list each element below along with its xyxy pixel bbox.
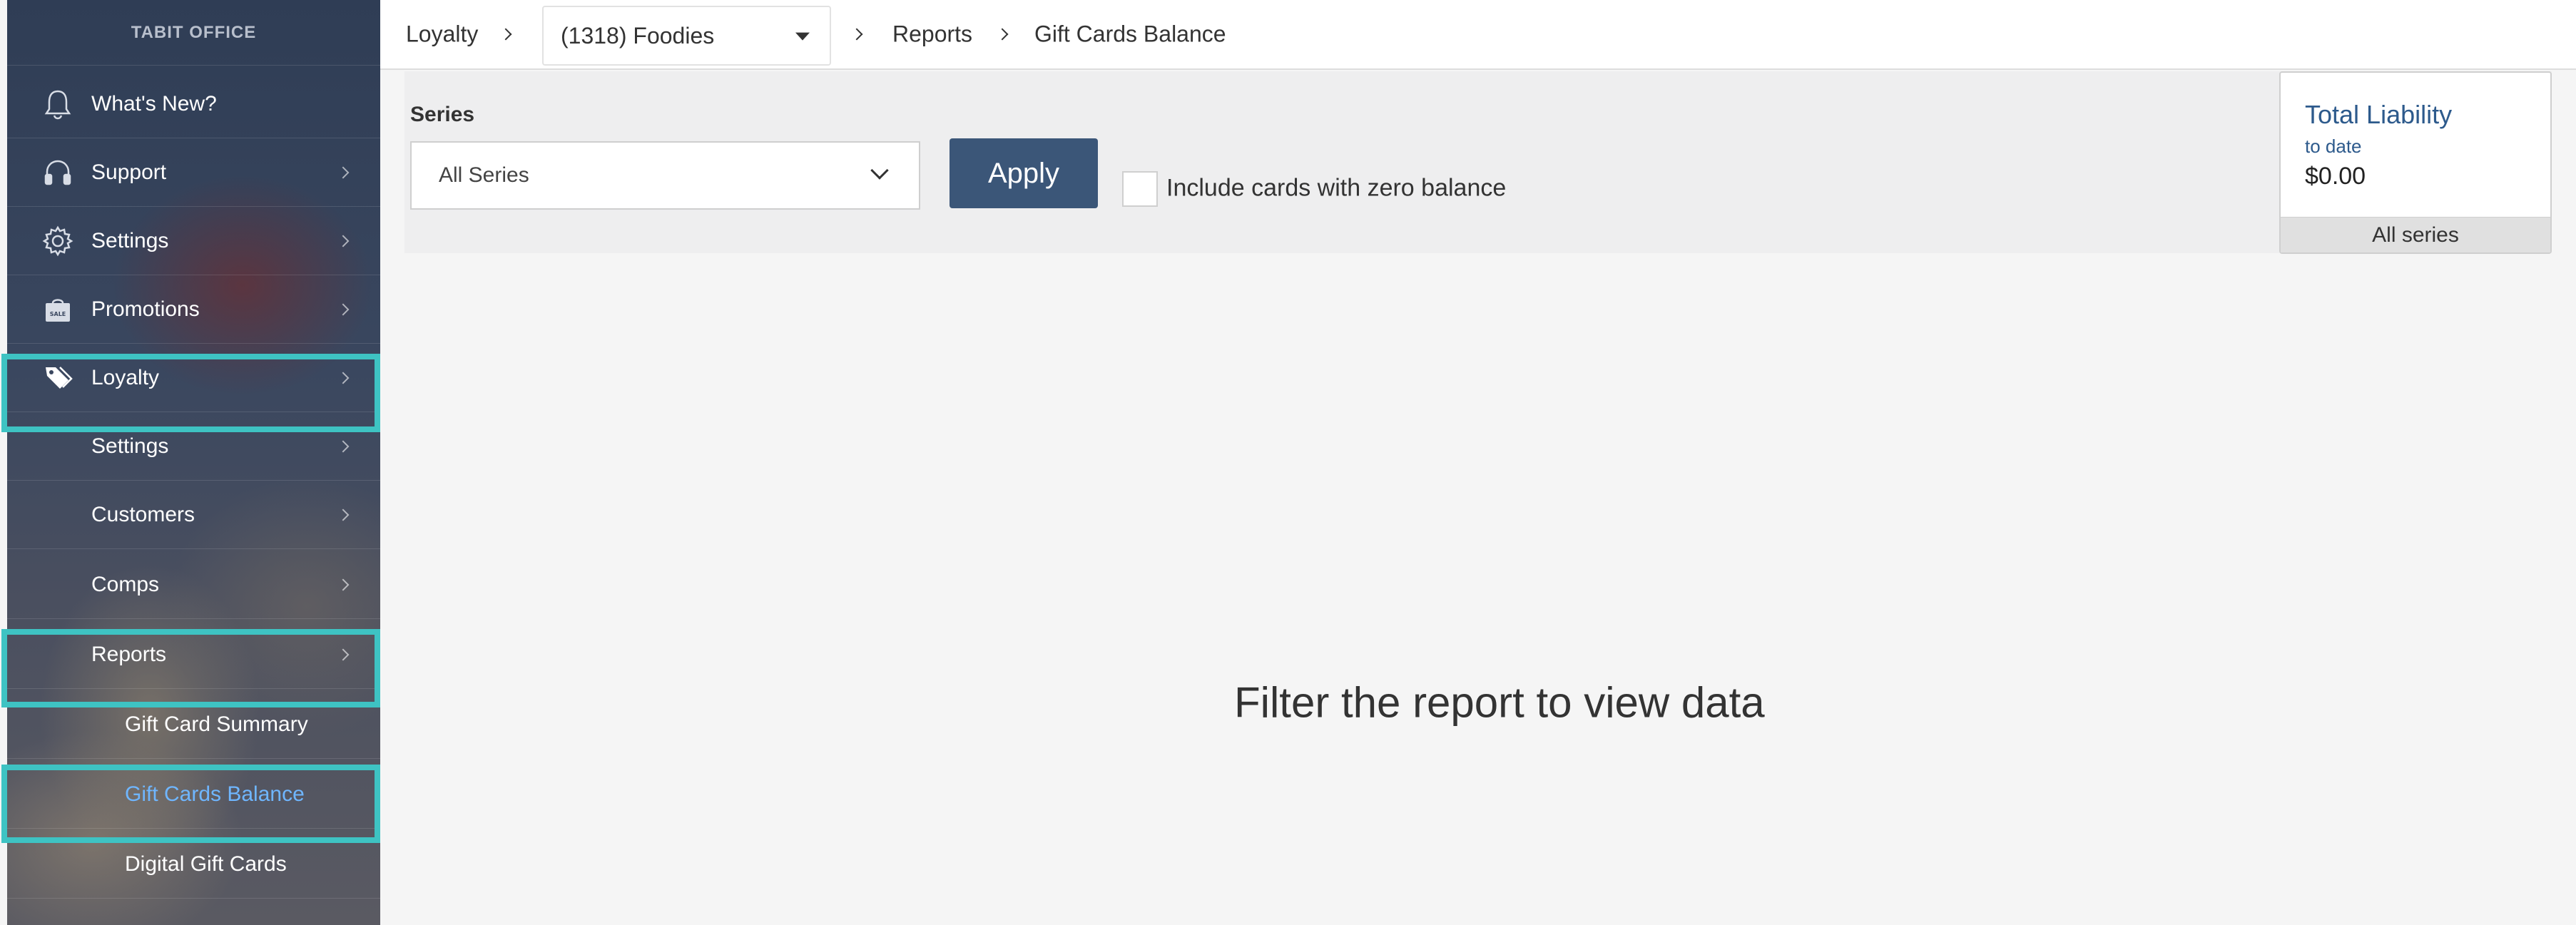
- chevron-down-icon: [870, 160, 889, 180]
- sidebar-item-label: Loyalty: [91, 365, 160, 389]
- sidebar: TABIT OFFICE What's New? Support Setting…: [7, 0, 380, 925]
- sidebar-item-customers[interactable]: Customers: [7, 481, 380, 549]
- empty-state-message: Filter the report to view data: [1234, 678, 1765, 727]
- filter-panel: Series All Series Apply Include cards wi…: [404, 71, 2552, 253]
- liability-amount: $0.00: [2305, 163, 2366, 190]
- breadcrumb-reports[interactable]: Reports: [892, 21, 972, 48]
- sidebar-item-loyalty[interactable]: Loyalty: [7, 344, 380, 412]
- sidebar-item-digital-gift-cards[interactable]: Digital Gift Cards: [7, 830, 380, 899]
- sidebar-item-label: Reports: [91, 642, 167, 666]
- sidebar-item-label: Gift Card Summary: [125, 712, 308, 736]
- series-select[interactable]: All Series: [410, 141, 920, 210]
- caret-down-icon: [795, 32, 810, 41]
- liability-footer: All series: [2281, 217, 2550, 252]
- series-select-value: All Series: [439, 163, 529, 187]
- chevron-right-icon: [337, 648, 350, 660]
- sidebar-item-label: Promotions: [91, 297, 200, 321]
- sidebar-item-label: Digital Gift Cards: [125, 852, 287, 876]
- sidebar-item-comps[interactable]: Comps: [7, 551, 380, 619]
- sidebar-item-support[interactable]: Support: [7, 138, 380, 207]
- sidebar-brand: TABIT OFFICE: [7, 0, 380, 66]
- total-liability-card: Total Liability to date $0.00 All series: [2279, 71, 2552, 254]
- chevron-right-icon: [337, 235, 350, 247]
- sidebar-item-label: Settings: [91, 228, 169, 252]
- series-label: Series: [410, 103, 475, 126]
- zero-balance-checkbox[interactable]: [1122, 171, 1158, 207]
- sidebar-item-label: Settings: [91, 434, 169, 458]
- sidebar-item-label: What's New?: [91, 91, 217, 116]
- headset-icon: [41, 156, 74, 189]
- sidebar-item-loyalty-settings[interactable]: Settings: [7, 412, 380, 481]
- breadcrumb-loyalty[interactable]: Loyalty: [406, 21, 478, 48]
- zero-balance-label[interactable]: Include cards with zero balance: [1166, 175, 1506, 203]
- sale-bag-icon: SALE: [41, 293, 74, 326]
- chevron-right-icon: [337, 372, 350, 384]
- sidebar-item-label: Customers: [91, 502, 195, 526]
- apply-button[interactable]: Apply: [950, 138, 1098, 208]
- chevron-right-icon: [850, 28, 863, 41]
- svg-text:SALE: SALE: [50, 311, 66, 317]
- sidebar-item-whats-new[interactable]: What's New?: [7, 70, 380, 138]
- chevron-right-icon: [337, 578, 350, 591]
- chevron-right-icon: [337, 166, 350, 178]
- chevron-right-icon: [996, 28, 1009, 41]
- tag-icon: [41, 362, 74, 394]
- chevron-right-icon: [499, 28, 512, 41]
- organization-select-value: (1318) Foodies: [561, 22, 715, 48]
- sidebar-item-gift-card-summary[interactable]: Gift Card Summary: [7, 690, 380, 759]
- sidebar-item-reports[interactable]: Reports: [7, 620, 380, 689]
- sidebar-item-label: Support: [91, 160, 167, 184]
- breadcrumb: Loyalty (1318) Foodies Reports Gift Card…: [380, 0, 2576, 70]
- liability-title: Total Liability: [2305, 100, 2453, 129]
- bell-icon: [41, 88, 74, 121]
- organization-select[interactable]: (1318) Foodies: [542, 6, 831, 66]
- liability-subtitle: to date: [2305, 136, 2362, 157]
- breadcrumb-current: Gift Cards Balance: [1034, 21, 1226, 47]
- sidebar-item-settings[interactable]: Settings: [7, 207, 380, 275]
- chevron-right-icon: [337, 440, 350, 452]
- sidebar-item-label: Comps: [91, 572, 160, 596]
- sidebar-item-promotions[interactable]: SALE Promotions: [7, 275, 380, 344]
- gear-icon: [41, 225, 74, 257]
- chevron-right-icon: [337, 509, 350, 521]
- sidebar-item-gift-cards-balance[interactable]: Gift Cards Balance: [7, 760, 380, 829]
- chevron-right-icon: [337, 303, 350, 315]
- sidebar-item-label: Gift Cards Balance: [125, 782, 305, 806]
